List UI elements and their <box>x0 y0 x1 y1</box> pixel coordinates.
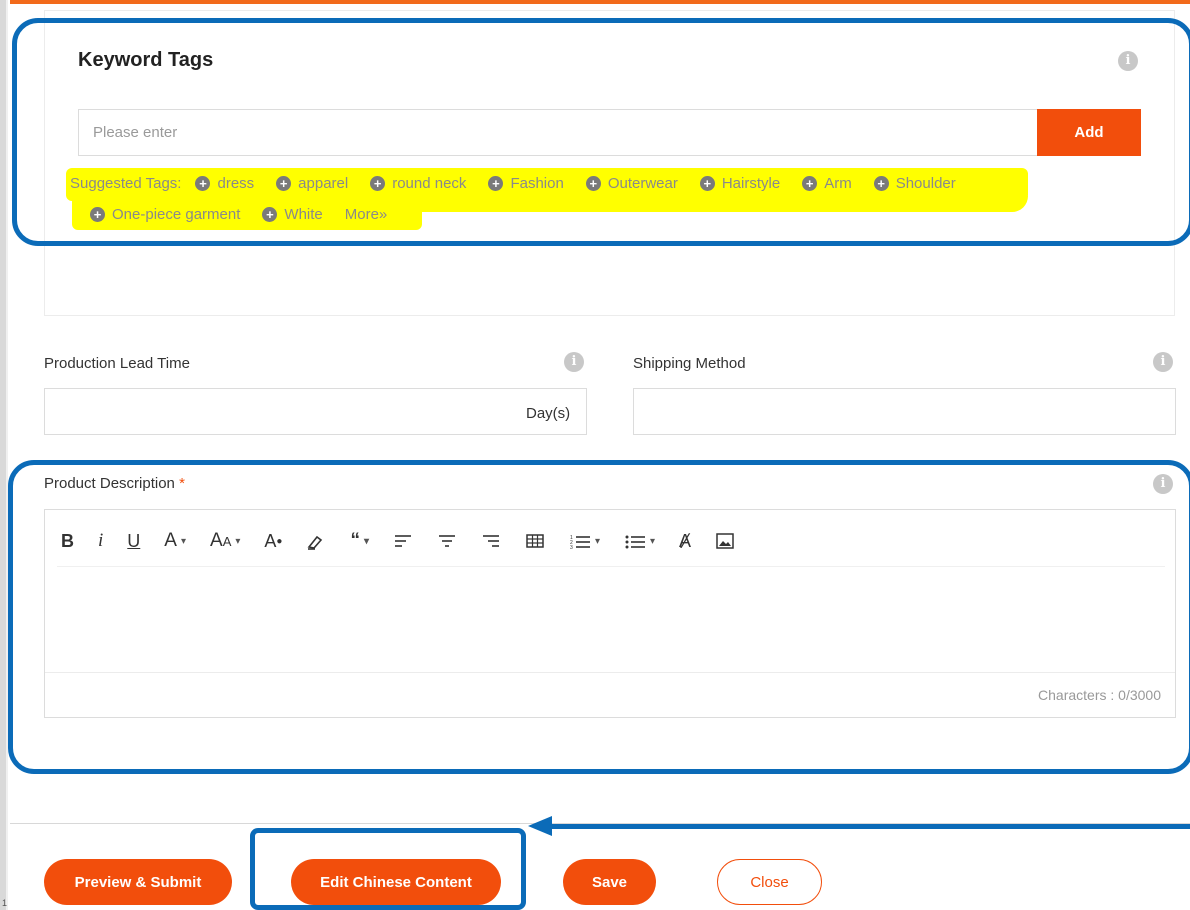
top-accent-bar <box>10 0 1190 4</box>
annotation-outline-edit-chinese <box>250 828 526 910</box>
shipping-method-label: Shipping Method <box>633 355 746 372</box>
production-lead-time-label: Production Lead Time <box>44 355 190 372</box>
days-unit-label: Day(s) <box>526 405 571 422</box>
preview-submit-button[interactable]: Preview & Submit <box>44 859 232 905</box>
shipping-method-input[interactable] <box>633 388 1176 435</box>
annotation-outline-tags <box>12 18 1190 246</box>
info-icon[interactable]: i <box>564 352 584 372</box>
close-button[interactable]: Close <box>717 859 822 905</box>
annotation-arrow-line <box>548 824 1190 829</box>
annotation-arrow-head <box>528 816 552 836</box>
info-icon[interactable]: i <box>1153 352 1173 372</box>
save-button[interactable]: Save <box>563 859 656 905</box>
production-lead-time-input[interactable] <box>44 388 587 435</box>
page-number: 1 <box>2 898 8 908</box>
annotation-outline-description <box>8 460 1190 774</box>
left-margin-rule-inner <box>6 0 8 910</box>
